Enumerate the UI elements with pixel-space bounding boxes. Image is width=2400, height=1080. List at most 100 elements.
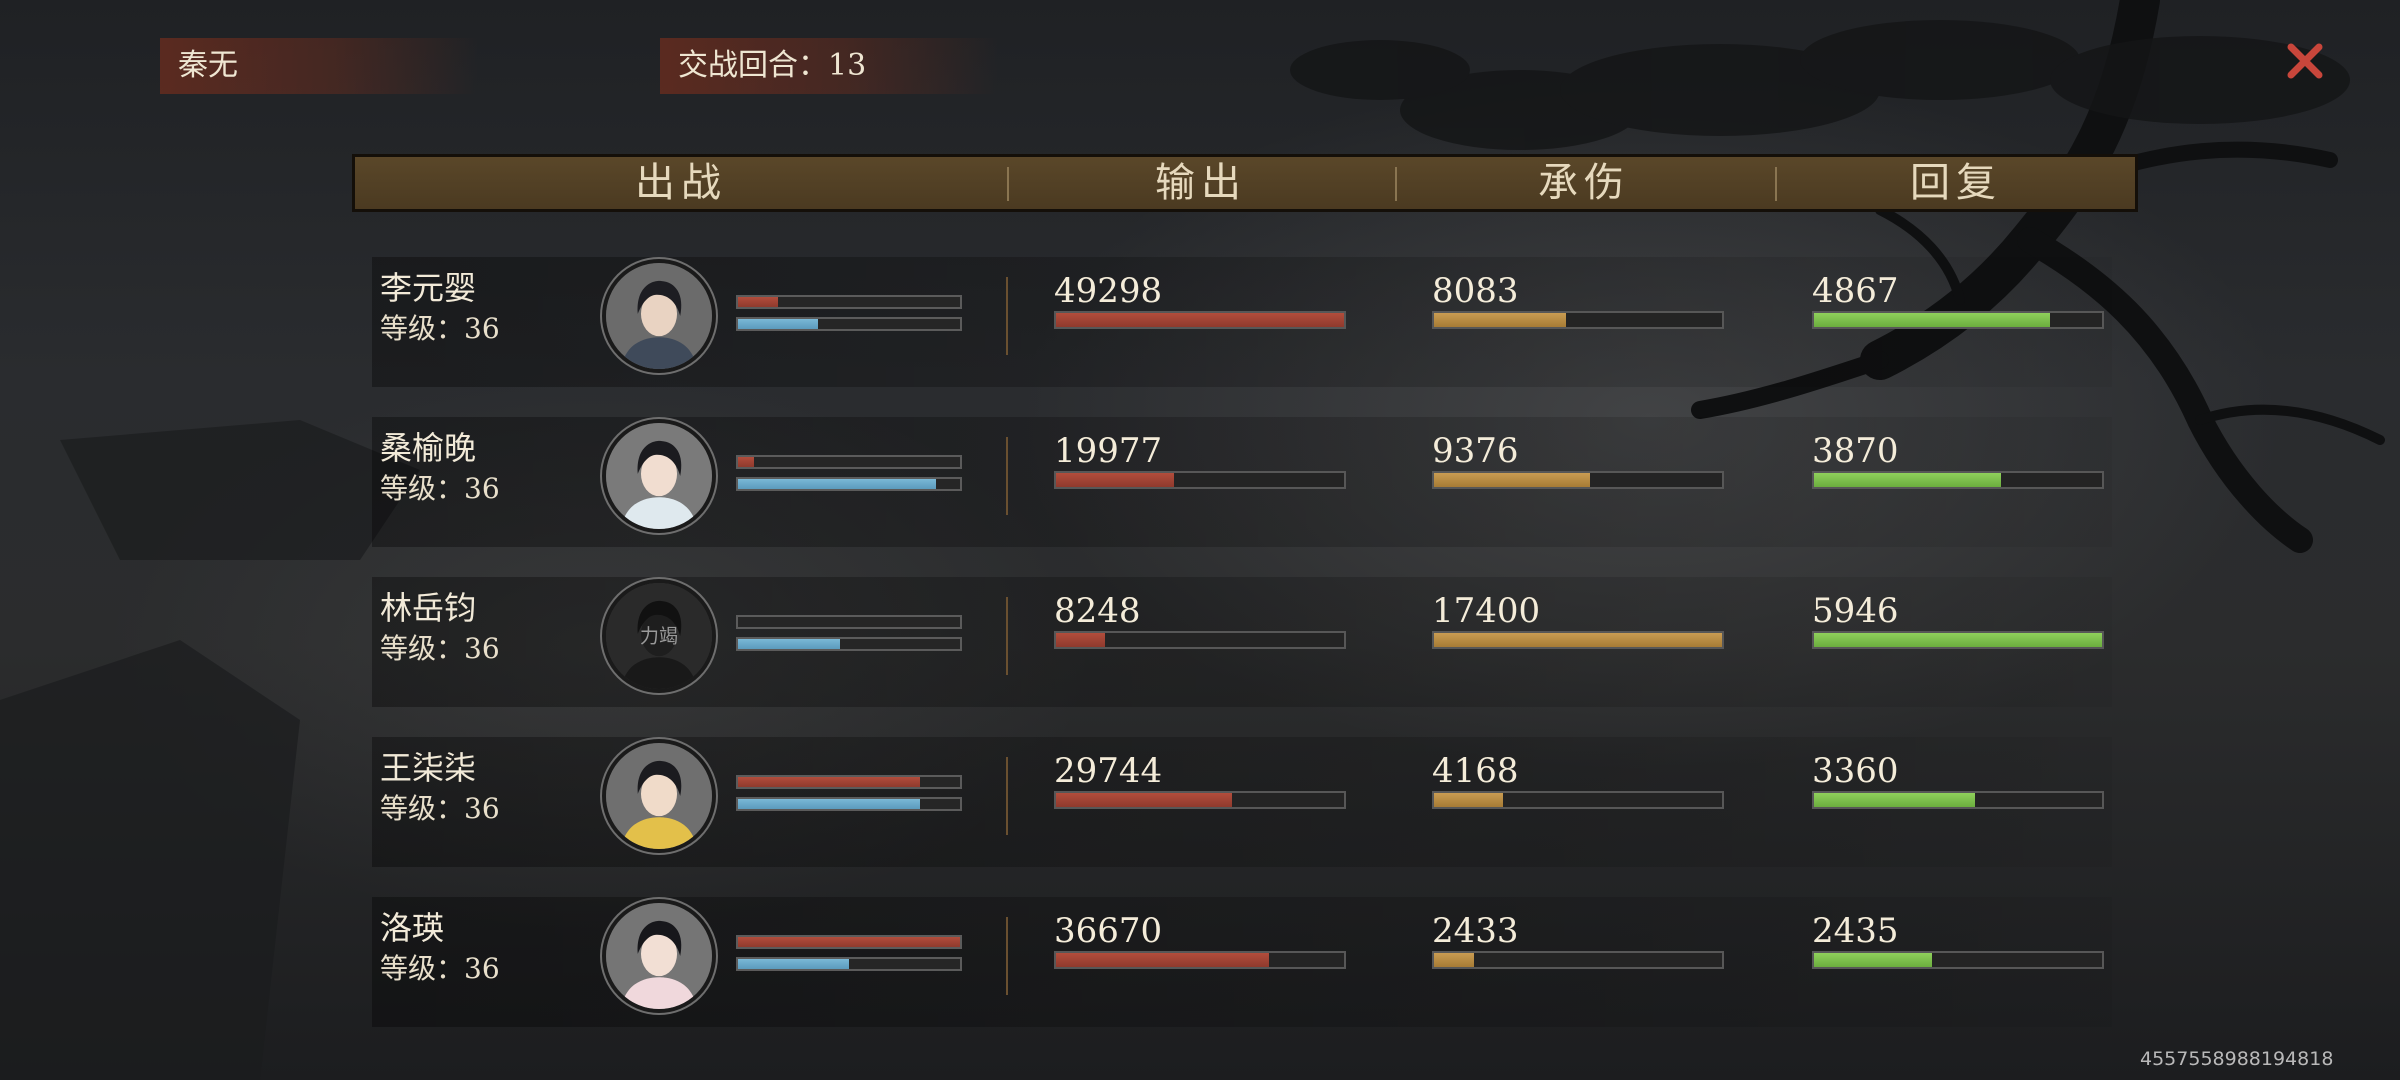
- header-heal: 回复: [1910, 160, 2002, 206]
- mini-defense-fill: [738, 479, 936, 489]
- heal-bar-fill: [1814, 313, 2051, 327]
- close-x-icon: [2287, 43, 2323, 79]
- heal-bar-fill: [1814, 633, 2102, 647]
- level-value: 36: [464, 472, 500, 505]
- character-avatar[interactable]: [602, 419, 716, 533]
- character-avatar[interactable]: [602, 739, 716, 853]
- output-bar: [1054, 471, 1346, 489]
- mini-defense-bar: [736, 317, 962, 331]
- heal-bar: [1812, 951, 2104, 969]
- character-level: 等级：36: [380, 307, 500, 347]
- damage-taken-bar: [1432, 471, 1724, 489]
- level-label: 等级：: [380, 632, 465, 665]
- level-label: 等级：: [380, 312, 465, 345]
- level-label: 等级：: [380, 472, 465, 505]
- character-avatar[interactable]: [602, 259, 716, 373]
- character-avatar[interactable]: 力竭: [602, 579, 716, 693]
- level-label: 等级：: [380, 792, 465, 825]
- character-level: 等级：36: [380, 947, 500, 987]
- character-name: 李元婴: [380, 269, 477, 307]
- output-value: 29744: [1054, 751, 1163, 791]
- heal-bar: [1812, 471, 2104, 489]
- heal-bar: [1812, 311, 2104, 329]
- damage-taken-bar-fill: [1434, 473, 1590, 487]
- column-divider: [1006, 437, 1008, 515]
- column-divider: [1006, 597, 1008, 675]
- character-row[interactable]: 洛瑛 等级：36 36670 2433 2435: [352, 891, 2138, 1031]
- mini-defense-fill: [738, 959, 849, 969]
- mini-defense-fill: [738, 639, 841, 649]
- output-value: 19977: [1054, 431, 1163, 471]
- damage-taken-bar-fill: [1434, 313, 1567, 327]
- mini-attack-fill: [738, 937, 960, 947]
- heal-bar: [1812, 791, 2104, 809]
- output-bar-fill: [1056, 953, 1270, 967]
- svg-text:力竭: 力竭: [640, 625, 678, 647]
- mini-attack-fill: [738, 777, 921, 787]
- dark-silhouette-portrait-icon: 力竭: [606, 583, 712, 689]
- column-divider: [1006, 277, 1008, 355]
- heal-value: 3870: [1812, 431, 1899, 471]
- output-bar: [1054, 791, 1346, 809]
- output-bar-fill: [1056, 473, 1175, 487]
- mini-attack-bar: [736, 775, 962, 789]
- character-name: 桑榆晚: [380, 429, 477, 467]
- damage-taken-value: 4168: [1432, 751, 1519, 791]
- character-avatar[interactable]: [602, 899, 716, 1013]
- damage-taken-bar: [1432, 791, 1724, 809]
- team-name-label: 秦无: [160, 38, 478, 94]
- damage-taken-bar: [1432, 311, 1724, 329]
- output-bar: [1054, 951, 1346, 969]
- character-row[interactable]: 李元婴 等级：36 49298 8083 4867: [352, 251, 2138, 391]
- output-bar: [1054, 631, 1346, 649]
- damage-taken-bar-fill: [1434, 953, 1475, 967]
- mini-attack-bar: [736, 615, 962, 629]
- output-value: 36670: [1054, 911, 1163, 951]
- character-row[interactable]: 桑榆晚 等级：36 19977 9376 3870: [352, 411, 2138, 551]
- level-label: 等级：: [380, 952, 465, 985]
- mini-defense-fill: [738, 319, 818, 329]
- stats-table-header: 出战 输出 承伤 回复: [352, 154, 2138, 212]
- mini-defense-bar: [736, 477, 962, 491]
- header-damage-taken: 承伤: [1538, 160, 1630, 206]
- damage-taken-bar: [1432, 951, 1724, 969]
- output-bar-fill: [1056, 633, 1105, 647]
- heal-bar-fill: [1814, 793, 1976, 807]
- level-value: 36: [464, 312, 500, 345]
- output-value: 8248: [1054, 591, 1141, 631]
- level-value: 36: [464, 792, 500, 825]
- character-name: 林岳钧: [380, 589, 477, 627]
- female-yellow-robe-portrait-icon: [606, 743, 712, 849]
- damage-taken-bar-fill: [1434, 633, 1722, 647]
- damage-taken-bar: [1432, 631, 1724, 649]
- female-white-robe-portrait-icon: [606, 423, 712, 529]
- mini-attack-bar: [736, 295, 962, 309]
- damage-taken-value: 2433: [1432, 911, 1519, 951]
- level-value: 36: [464, 632, 500, 665]
- mini-attack-bar: [736, 935, 962, 949]
- character-name: 王柒柒: [380, 749, 477, 787]
- column-divider: [1006, 917, 1008, 995]
- mini-attack-bar: [736, 455, 962, 469]
- mini-attack-fill: [738, 457, 754, 467]
- column-divider: [1006, 757, 1008, 835]
- damage-taken-value: 9376: [1432, 431, 1519, 471]
- mini-defense-bar: [736, 637, 962, 651]
- character-row[interactable]: 王柒柒 等级：36 29744 4168 3360: [352, 731, 2138, 871]
- output-bar-fill: [1056, 313, 1344, 327]
- battle-round-label: 交战回合：13: [660, 38, 998, 94]
- mini-attack-fill: [738, 297, 778, 307]
- mini-defense-bar: [736, 957, 962, 971]
- header-output: 输出: [1155, 160, 1247, 206]
- heal-bar-fill: [1814, 473, 2002, 487]
- character-level: 等级：36: [380, 627, 500, 667]
- close-button[interactable]: [2278, 34, 2332, 88]
- player-uid: 4557558988194818: [2140, 1048, 2334, 1070]
- heal-value: 5946: [1812, 591, 1899, 631]
- damage-taken-value: 8083: [1432, 271, 1519, 311]
- character-row[interactable]: 林岳钧 等级：36 力竭 8248 17400 5946: [352, 571, 2138, 711]
- output-value: 49298: [1054, 271, 1163, 311]
- damage-taken-bar-fill: [1434, 793, 1504, 807]
- character-level: 等级：36: [380, 467, 500, 507]
- heal-bar-fill: [1814, 953, 1933, 967]
